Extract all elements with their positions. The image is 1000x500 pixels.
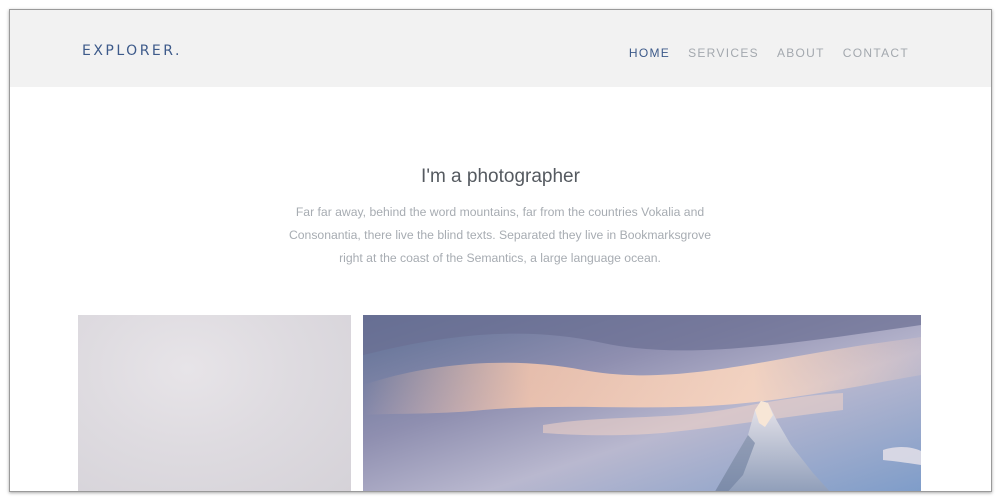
gallery-photo-mountain[interactable] <box>363 315 921 491</box>
hero-title: I'm a photographer <box>421 166 580 187</box>
nav-services[interactable]: SERVICES <box>688 46 759 60</box>
hero-text-line: right at the coast of the Semantics, a l… <box>339 251 661 265</box>
nav-home[interactable]: HOME <box>629 46 670 60</box>
nav-about[interactable]: ABOUT <box>777 46 825 60</box>
navbar: EXPLORER. HOME SERVICES ABOUT CONTACT <box>10 10 991 87</box>
gallery-photo-sky[interactable] <box>78 315 351 491</box>
brand-logo[interactable]: EXPLORER. <box>82 43 182 59</box>
nav-contact[interactable]: CONTACT <box>843 46 909 60</box>
nav-menu: HOME SERVICES ABOUT CONTACT <box>629 46 909 60</box>
hero-paragraph: Far far away, behind the word mountains,… <box>250 201 750 270</box>
hero-text-line: Far far away, behind the word mountains,… <box>295 205 705 219</box>
hero-text-line: Consonantia, there live the blind texts.… <box>288 228 712 242</box>
browser-viewport: EXPLORER. HOME SERVICES ABOUT CONTACT I'… <box>9 9 992 492</box>
mountain-photo-image <box>363 315 921 491</box>
